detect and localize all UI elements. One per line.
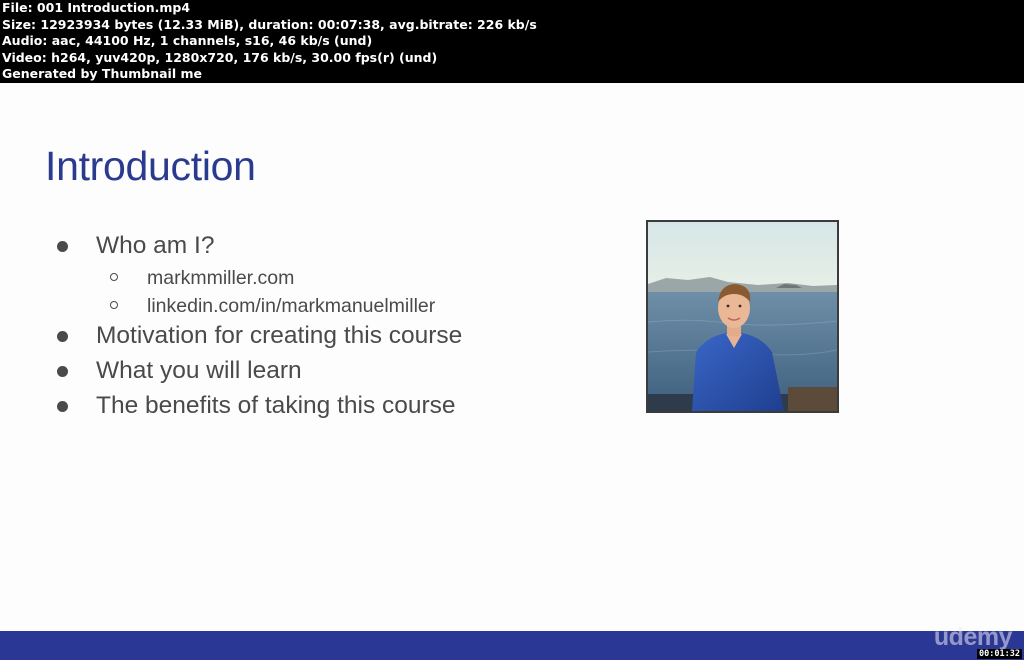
bullet-circle-icon bbox=[110, 273, 118, 281]
file-info-header: File: 001 Introduction.mp4 Size: 1292393… bbox=[0, 0, 1024, 83]
bullet-dot-icon bbox=[57, 366, 68, 377]
bullet-text: What you will learn bbox=[96, 357, 302, 384]
file-info-audio: Audio: aac, 44100 Hz, 1 channels, s16, 4… bbox=[2, 33, 373, 49]
bullet-dot-icon bbox=[57, 241, 68, 252]
bullet-dot-icon bbox=[57, 401, 68, 412]
bullet-circle-icon bbox=[110, 301, 118, 309]
file-info-generator: Generated by Thumbnail me bbox=[2, 66, 202, 82]
bullet-text: markmmiller.com bbox=[147, 267, 295, 289]
bullet-text: Who am I? bbox=[96, 232, 215, 259]
file-info-size: Size: 12923934 bytes (12.33 MiB), durati… bbox=[2, 16, 537, 32]
udemy-logo: udemy bbox=[933, 623, 1013, 651]
footer-bar: udemy 00:01:32 bbox=[0, 623, 1024, 660]
bullet-text: Motivation for creating this course bbox=[96, 322, 463, 349]
bullet-text: linkedin.com/in/markmanuelmiller bbox=[147, 295, 436, 317]
slide: Introduction Who am I? markmmiller.com l… bbox=[0, 83, 1024, 631]
slide-title: Introduction bbox=[45, 143, 256, 189]
file-info-video: Video: h264, yuv420p, 1280x720, 176 kb/s… bbox=[2, 49, 438, 65]
bullet-dot-icon bbox=[57, 331, 68, 342]
video-thumbnail-frame: File: 001 Introduction.mp4 Size: 1292393… bbox=[0, 0, 1024, 660]
video-timestamp: 00:01:32 bbox=[977, 649, 1022, 659]
presenter-photo-image bbox=[648, 222, 837, 411]
bullet-text: The benefits of taking this course bbox=[96, 392, 456, 419]
file-info-name: File: 001 Introduction.mp4 bbox=[2, 0, 191, 15]
presenter-photo bbox=[646, 220, 839, 413]
